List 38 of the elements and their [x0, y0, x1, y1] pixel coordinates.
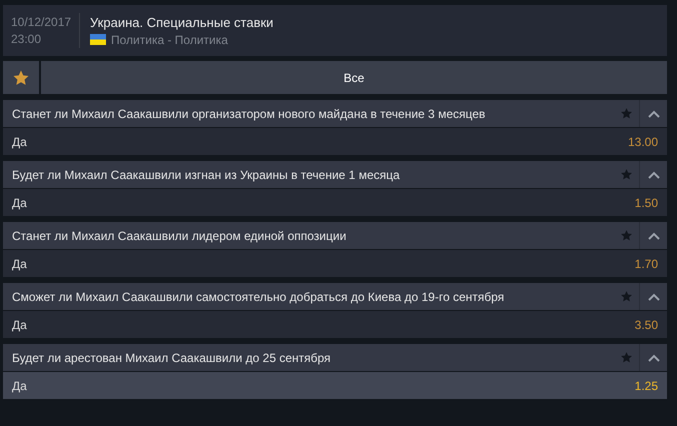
chevron-up-icon — [648, 354, 660, 362]
star-icon — [620, 351, 633, 364]
chevron-up-icon — [648, 232, 660, 240]
odds-value[interactable]: 1.25 — [634, 378, 658, 392]
chevron-up-icon — [648, 292, 660, 300]
outcome-label: Да — [12, 318, 27, 332]
outcome-row[interactable]: Да 13.00 — [3, 128, 667, 155]
flag-icon — [90, 34, 106, 45]
star-icon — [620, 168, 633, 181]
filter-tab[interactable]: Все — [41, 61, 667, 94]
star-icon — [12, 68, 30, 86]
chevron-up-icon — [648, 170, 660, 178]
outcome-row[interactable]: Да 1.50 — [3, 189, 667, 216]
star-icon — [620, 290, 633, 303]
event-date: 10/12/2017 — [11, 15, 69, 29]
outcome-label: Да — [12, 256, 27, 270]
market-title: Сможет ли Михаил Саакашвили самостоятельно добраться до Киева до 19-го сентября — [11, 290, 506, 304]
outcome-row[interactable]: Да 1.70 — [3, 250, 667, 277]
odds-value[interactable]: 3.50 — [634, 318, 658, 332]
star-icon — [620, 229, 633, 242]
market-title: Станет ли Михаил Саакашвили организатором нового майдана в течение 3 месяцев — [11, 106, 486, 120]
star-icon — [620, 107, 633, 120]
market-title: Будет ли Михаил Саакашвили изгнан из Украины в течение 1 месяца — [11, 168, 401, 182]
chevron-up-icon — [648, 110, 660, 118]
favorites-button[interactable] — [3, 61, 39, 94]
event-time: 23:00 — [11, 32, 42, 46]
odds-value[interactable]: 1.70 — [634, 256, 658, 270]
event-category: Политика - Политика — [111, 32, 228, 46]
market-title: Будет ли арестован Михаил Саакашвили до 25 сентября — [11, 350, 332, 364]
event-title: Украина. Специальные ставки — [90, 14, 274, 30]
outcome-row[interactable]: Да 3.50 — [3, 311, 667, 338]
outcome-row[interactable]: Да 1.25 — [3, 372, 667, 399]
outcome-label: Да — [12, 378, 27, 392]
outcome-label: Да — [12, 196, 27, 210]
odds-value[interactable]: 1.50 — [634, 196, 658, 210]
market-title: Станет ли Михаил Саакашвили лидером единой оппозиции — [11, 228, 348, 242]
odds-value[interactable]: 13.00 — [628, 134, 658, 148]
outcome-label: Да — [12, 134, 27, 148]
